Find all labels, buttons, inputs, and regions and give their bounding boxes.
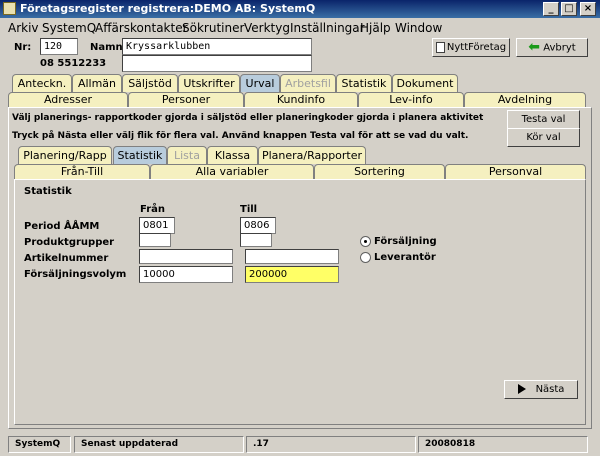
period-label: Period ÅÅMM — [24, 221, 100, 232]
radio-leverantor[interactable] — [360, 252, 371, 263]
menu-installningar[interactable]: Inställningar — [290, 21, 365, 35]
status-value: .17 — [246, 436, 416, 453]
subtab-planera-rapporter[interactable]: Planera/Rapporter — [258, 146, 366, 164]
status-updated-label: Senast uppdaterad — [74, 436, 244, 453]
window-title: Företagsregister registrera:DEMO AB: Sys… — [20, 2, 316, 15]
tab-saljstod[interactable]: Säljstöd — [122, 74, 178, 92]
subtab-sortering[interactable]: Sortering — [314, 164, 445, 179]
nr-label: Nr: — [14, 42, 32, 53]
subtab-lista[interactable]: Lista — [167, 146, 207, 164]
statistik-heading: Statistik — [24, 186, 72, 197]
menu-sokrutiner[interactable]: Sökrutiner — [182, 21, 244, 35]
tab-kundinfo[interactable]: Kundinfo — [244, 92, 358, 107]
subtab-klassa[interactable]: Klassa — [207, 146, 258, 164]
statistik-panel — [14, 179, 586, 425]
test-selection-button[interactable]: Testa val — [507, 110, 580, 129]
info-line-2: Tryck på Nästa eller välj flik för flera… — [12, 131, 469, 141]
tab-arbetsfil[interactable]: Arbetsfil — [280, 74, 336, 92]
volym-to-field[interactable]: 200000 — [245, 266, 339, 283]
subtab-personval[interactable]: Personval — [445, 164, 586, 179]
tab-adresser[interactable]: Adresser — [8, 92, 128, 107]
subtab-statistik[interactable]: Statistik — [113, 146, 167, 164]
menu-hjalp[interactable]: Hjälp — [360, 21, 391, 35]
status-app: SystemQ — [8, 436, 71, 453]
menu-systemq[interactable]: SystemQ — [42, 21, 96, 35]
from-header: Från — [140, 204, 165, 215]
document-icon — [435, 41, 445, 53]
subtab-fran-till[interactable]: Från-Till — [14, 164, 150, 179]
to-header: Till — [240, 204, 258, 215]
app-icon — [3, 2, 16, 15]
status-date: 20080818 — [418, 436, 588, 453]
new-company-button[interactable]: NyttFöretag — [432, 38, 510, 57]
produktgrupper-label: Produktgrupper — [24, 237, 115, 248]
period-to-field[interactable]: 0806 — [240, 217, 276, 234]
nr-field[interactable]: 120 — [40, 38, 78, 55]
tab-allman[interactable]: Allmän — [72, 74, 122, 92]
radio-leverantor-label: Leverantör — [374, 252, 436, 263]
cancel-button[interactable]: ⬅ Avbryt — [516, 38, 588, 57]
namn-extra-field[interactable] — [122, 55, 312, 72]
phone-text: 08 5512233 — [40, 58, 107, 69]
menu-verktyg[interactable]: Verktyg — [244, 21, 290, 35]
subtab-alla-variabler[interactable]: Alla variabler — [150, 164, 314, 179]
tab-avdelning[interactable]: Avdelning — [464, 92, 586, 107]
close-button[interactable]: × — [580, 2, 596, 16]
volym-from-field[interactable]: 10000 — [139, 266, 233, 283]
namn-field[interactable]: Kryssarklubben — [122, 38, 312, 55]
produktgrupper-from-field[interactable] — [139, 233, 171, 247]
window-titlebar: Företagsregister registrera:DEMO AB: Sys… — [0, 0, 600, 18]
tab-personer[interactable]: Personer — [128, 92, 244, 107]
tab-urval[interactable]: Urval — [240, 74, 280, 92]
radio-forsaljning[interactable] — [360, 236, 371, 247]
tab-anteckn[interactable]: Anteckn. — [12, 74, 72, 92]
forsaljningsvolym-label: Försäljningsvolym — [24, 269, 127, 280]
artikelnummer-to-field[interactable] — [245, 249, 339, 264]
tab-dokument[interactable]: Dokument — [392, 74, 458, 92]
run-selection-button[interactable]: Kör val — [507, 128, 580, 147]
tab-lev-info[interactable]: Lev-info — [358, 92, 464, 107]
menu-bar: Arkiv SystemQ Affärskontakter Sökrutiner… — [0, 18, 600, 37]
period-from-field[interactable]: 0801 — [139, 217, 175, 234]
artikelnummer-label: Artikelnummer — [24, 253, 109, 264]
tab-utskrifter[interactable]: Utskrifter — [178, 74, 240, 92]
next-button[interactable]: Nästa — [504, 380, 578, 399]
menu-affarskontakter[interactable]: Affärskontakter — [95, 21, 188, 35]
maximize-button[interactable]: □ — [561, 2, 577, 16]
produktgrupper-to-field[interactable] — [240, 233, 272, 247]
subtab-planering-rapp[interactable]: Planering/Rapp — [18, 146, 112, 164]
arrow-left-icon: ⬅ — [528, 39, 541, 55]
play-icon — [517, 384, 526, 394]
tab-statistik[interactable]: Statistik — [336, 74, 392, 92]
menu-arkiv[interactable]: Arkiv — [8, 21, 39, 35]
info-line-1: Välj planerings- rapportkoder gjorda i s… — [12, 113, 484, 123]
radio-forsaljning-label: Försäljning — [374, 236, 437, 247]
artikelnummer-from-field[interactable] — [139, 249, 233, 264]
minimize-button[interactable]: _ — [543, 2, 559, 16]
menu-window[interactable]: Window — [395, 21, 442, 35]
